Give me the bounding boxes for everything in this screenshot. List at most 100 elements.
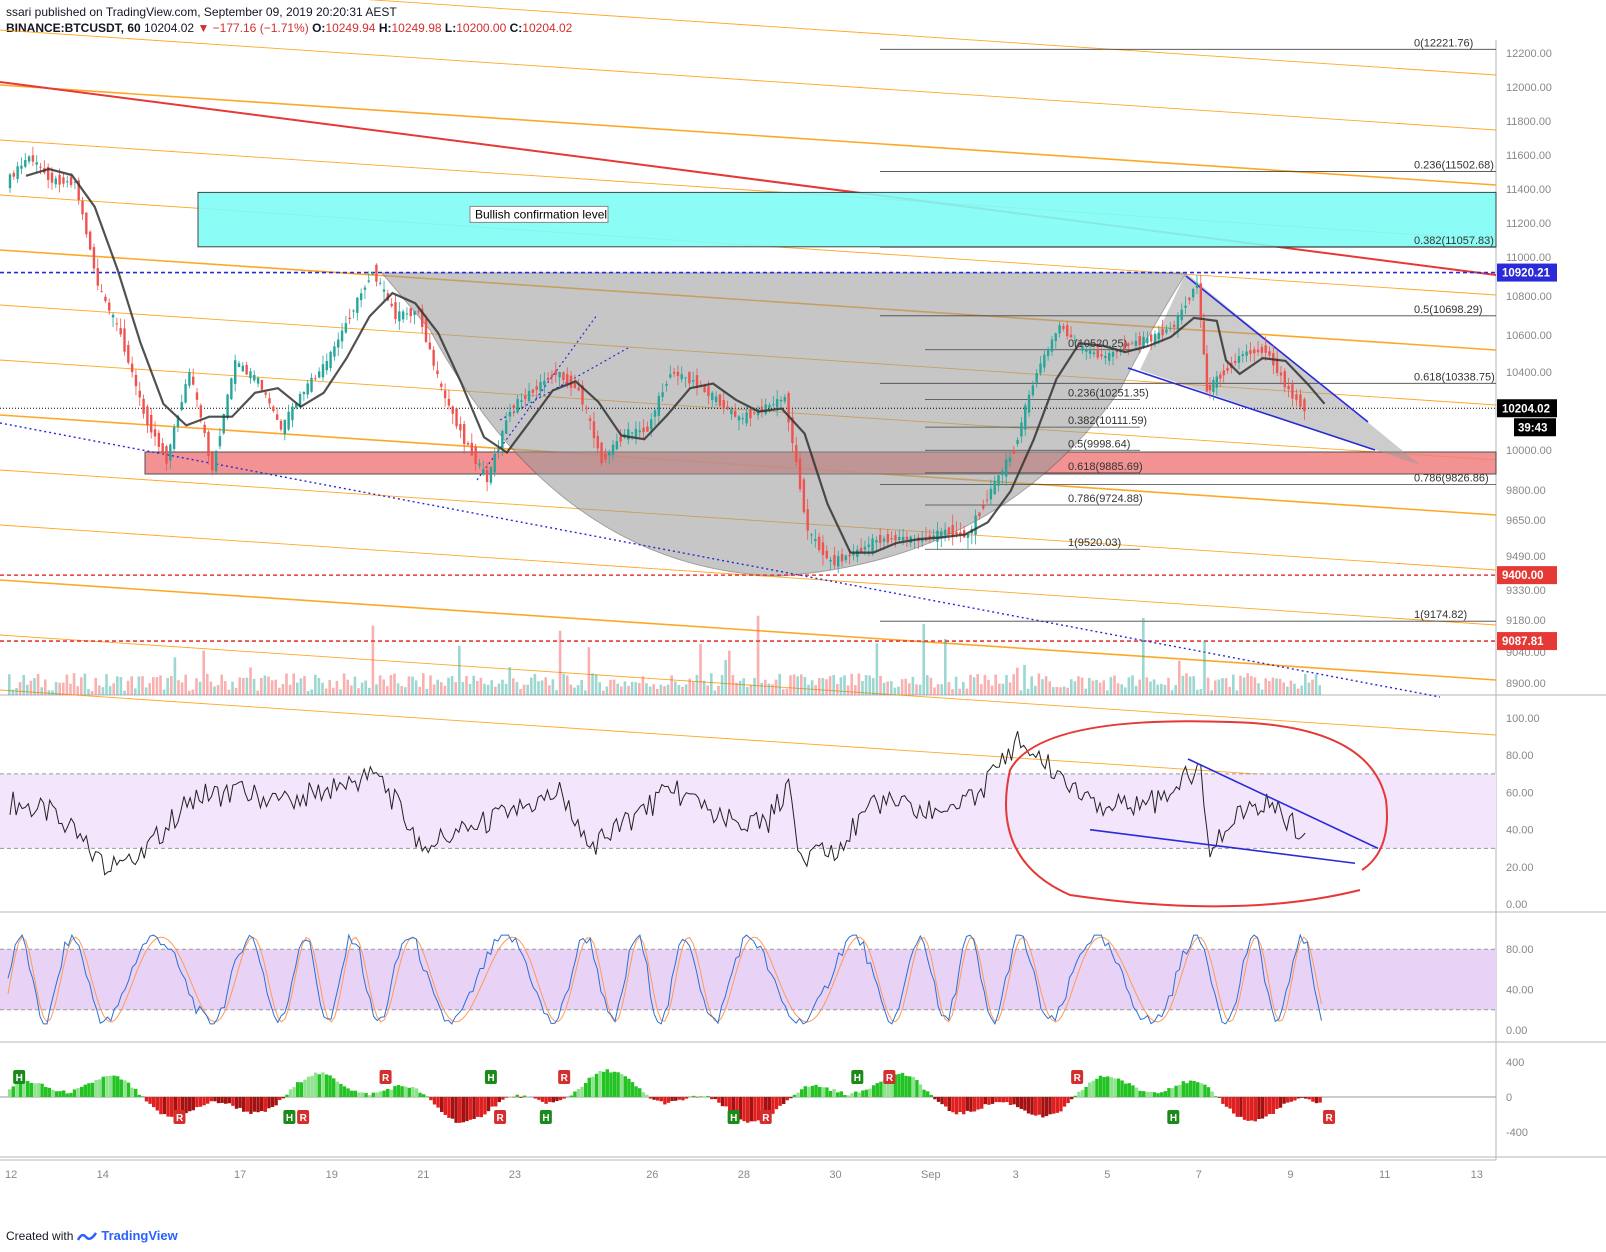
chart-canvas[interactable]: Bullish confirmation level 0(12221.76) 0.2… — [0, 0, 1606, 1225]
macd-bar — [29, 1082, 33, 1097]
macd-bar — [749, 1097, 753, 1122]
candle-body — [653, 410, 657, 417]
macd-bar — [1206, 1087, 1211, 1097]
candle-body — [1226, 367, 1229, 371]
macd-bar — [836, 1092, 840, 1097]
macd-panel[interactable]: HR H RR HR HRH RH R RH R4000-400 — [0, 1057, 1606, 1158]
volume-bar — [598, 682, 601, 695]
candle-body — [1020, 422, 1023, 437]
volume-bar — [796, 676, 799, 695]
macd-bar — [900, 1072, 905, 1097]
macd-bar — [310, 1075, 314, 1097]
candle-body — [287, 411, 290, 430]
macd-bar — [486, 1097, 491, 1112]
volume-bar — [893, 687, 897, 695]
candle-body — [821, 542, 825, 556]
tradingview-brand[interactable]: TradingView — [101, 1228, 177, 1243]
rsi-panel[interactable]: 100.00 80.00 60.00 40.00 20.00 0.00 — [0, 713, 1606, 913]
candle-body — [1202, 321, 1206, 355]
volume-bar — [645, 683, 648, 695]
macd-bar — [1232, 1097, 1236, 1114]
candle-body — [730, 409, 733, 415]
macd-bar — [940, 1097, 944, 1105]
time-axis[interactable]: 12 14 17 19 21 23 26 28 30 Sep 3 5 7 9 11 13 — [0, 1159, 1496, 1181]
candle-body — [1127, 343, 1130, 347]
macd-bar — [1127, 1083, 1131, 1097]
volume-bar — [530, 677, 533, 695]
macd-bar — [108, 1075, 113, 1097]
candle-body — [233, 360, 237, 384]
volume-bar — [1271, 677, 1275, 695]
candle-body — [691, 380, 695, 382]
candle-body — [829, 559, 832, 562]
volume-bar — [306, 690, 310, 695]
candle-body — [745, 412, 748, 424]
macd-bar — [756, 1097, 761, 1121]
candle-body — [802, 479, 806, 512]
candle-body — [398, 311, 401, 322]
volume-bar — [267, 676, 270, 695]
macd-axis-tick: 400 — [1506, 1057, 1524, 1069]
volume-bar — [936, 684, 940, 695]
candle-body — [837, 556, 840, 567]
macd-bar — [1318, 1097, 1322, 1103]
fib-right-label: 0.382(11057.83) — [1414, 235, 1494, 247]
macd-bar — [872, 1085, 876, 1097]
macd-bar — [983, 1097, 987, 1105]
stoch-axis-tick: 40.00 — [1506, 985, 1534, 997]
volume-bar — [620, 686, 623, 695]
macd-bar — [1005, 1097, 1009, 1103]
candle-body — [119, 327, 122, 335]
candle-body — [241, 365, 245, 372]
candle-body — [401, 311, 405, 320]
candle-body — [890, 538, 893, 540]
volume-bar — [404, 687, 407, 695]
volume-bar — [299, 678, 303, 695]
candle-body — [798, 458, 802, 490]
volume-bar — [94, 677, 97, 695]
candle-body — [459, 424, 462, 431]
macd-bar — [328, 1075, 332, 1097]
candle-body — [661, 392, 664, 397]
volume-bar — [533, 674, 537, 695]
volume-bar — [396, 683, 400, 695]
macd-bar — [713, 1097, 717, 1100]
volume-bar — [260, 678, 263, 695]
candle-body — [1027, 394, 1031, 413]
macd-bar — [188, 1097, 192, 1112]
candle-body — [772, 404, 775, 406]
macd-bar — [1278, 1097, 1283, 1108]
candle-body — [676, 371, 680, 377]
volume-bar — [1016, 667, 1019, 695]
macd-bar — [1023, 1097, 1027, 1111]
macd-bar — [1282, 1097, 1286, 1104]
macd-bar — [382, 1090, 386, 1097]
volume-bar — [44, 679, 47, 695]
macd-bar — [1199, 1083, 1203, 1097]
volume-bar — [36, 673, 40, 695]
candle-body — [554, 370, 557, 375]
candle-body — [1215, 376, 1219, 388]
time-axis-label: 12 — [5, 1169, 17, 1181]
volume-bar — [152, 677, 155, 695]
macd-bar — [544, 1097, 548, 1104]
stoch-rsi-panel[interactable]: 80.00 40.00 0.00 — [0, 933, 1606, 1043]
volume-bar — [90, 690, 94, 695]
macd-bar — [1149, 1092, 1153, 1097]
macd-bar — [972, 1097, 977, 1112]
fib-right-label: 0(12221.76) — [1414, 37, 1473, 49]
volume-bar — [450, 676, 454, 695]
macd-bar — [1124, 1083, 1128, 1097]
macd-bar — [166, 1097, 170, 1117]
macd-bar — [69, 1092, 73, 1097]
volume-bar — [1005, 675, 1008, 695]
volume-bar — [609, 679, 612, 695]
volume-bar — [1059, 687, 1062, 695]
volume-bar — [270, 680, 274, 695]
volume-bar — [558, 630, 562, 695]
macd-bar — [90, 1082, 95, 1097]
candle-body — [1249, 350, 1252, 354]
volume-bar — [940, 684, 943, 695]
macd-bar — [652, 1097, 656, 1100]
volume-bar — [278, 687, 281, 695]
